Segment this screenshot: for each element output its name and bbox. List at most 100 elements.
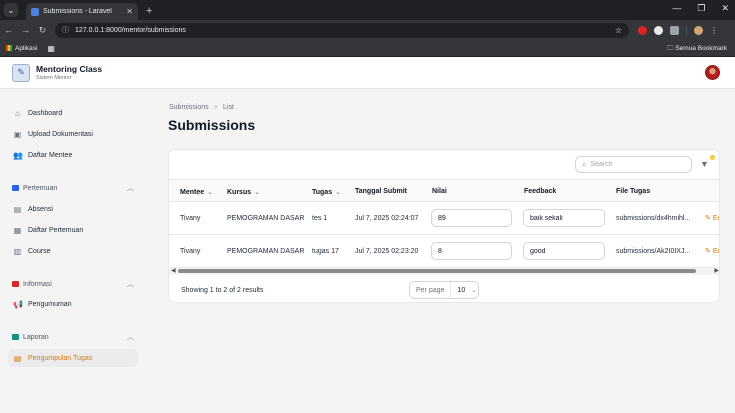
scrollbar-thumb[interactable] xyxy=(178,269,696,273)
table-row: Tivany PEMOGRAMAN DASAR tugas 17 Jul 7, … xyxy=(169,235,719,268)
minimize-icon[interactable]: — xyxy=(672,3,681,14)
cell-tanggal-submit: Jul 7, 2025 02:24:07 xyxy=(355,215,419,222)
reload-icon[interactable]: ↻ xyxy=(34,25,51,36)
edit-label: Ed xyxy=(712,248,719,255)
page-title: Submissions xyxy=(168,117,256,133)
bookmarks-bar: Aplikasi ▦ 🗀 Semua Bookmark xyxy=(0,40,735,57)
chevron-up-icon[interactable]: ︿ xyxy=(127,332,134,342)
sidebar-item-absensi[interactable]: ▤ Absensi xyxy=(8,200,138,218)
column-label: Tugas xyxy=(312,189,333,196)
edit-icon: ✎ xyxy=(705,248,711,255)
column-header-tugas[interactable]: Tugas ⌄ xyxy=(312,188,341,196)
cell-file-tugas[interactable]: submissions/dx4hmihl... xyxy=(616,215,690,222)
cell-tanggal-submit: Jul 7, 2025 02:23:20 xyxy=(355,248,419,255)
url-field[interactable]: ⓘ 127.0.0.1:8000/mentor/submissions ☆ xyxy=(55,22,629,38)
close-window-icon[interactable]: ✕ xyxy=(721,3,729,14)
cell-kursus: PEMOGRAMAN DASAR xyxy=(227,215,305,222)
search-input[interactable] xyxy=(590,161,681,168)
window-controls: — ❐ ✕ xyxy=(672,3,729,14)
new-tab-icon[interactable]: + xyxy=(146,5,152,17)
scroll-right-icon[interactable]: ▶ xyxy=(714,267,719,274)
extension-circle-icon[interactable] xyxy=(654,25,663,35)
photo-icon: ▣ xyxy=(13,129,22,139)
sidebar-item-label: Course xyxy=(28,247,51,255)
sidebar-item-daftar-mentee[interactable]: 👥 Daftar Mentee xyxy=(8,146,138,164)
cell-mentee: Tivany xyxy=(180,248,201,255)
browser-menu-icon[interactable]: ⋮ xyxy=(710,26,718,35)
sidebar: ⌂ Dashboard ▣ Upload Dokumentasi 👥 Dafta… xyxy=(0,89,146,413)
cell-mentee: Tivany xyxy=(180,215,201,222)
sidebar-group-laporan[interactable]: Laporan ︿ xyxy=(12,331,134,343)
sidebar-item-label: Pengumuman xyxy=(28,300,72,308)
sidebar-group-informasi[interactable]: Informasi ︿ xyxy=(12,278,134,290)
scroll-left-icon[interactable]: ◀ xyxy=(171,267,176,274)
brand: Mentoring Class Sistem Mentor xyxy=(36,64,102,81)
chevron-up-icon[interactable]: ︿ xyxy=(127,279,134,289)
sidebar-item-label: Daftar Pertemuan xyxy=(28,226,84,234)
calendar-outline-icon: ▦ xyxy=(13,225,22,235)
user-avatar[interactable] xyxy=(705,65,720,80)
sidebar-item-daftar-pertemuan[interactable]: ▦ Daftar Pertemuan xyxy=(8,221,138,239)
app-logo-icon: ✎ xyxy=(12,63,30,82)
cell-file-tugas[interactable]: submissions/Ak2I0IXJ... xyxy=(616,248,690,255)
brand-name: Mentoring Class xyxy=(36,64,103,74)
filter-count-badge: 0 xyxy=(710,155,715,160)
sidebar-item-dashboard[interactable]: ⌂ Dashboard xyxy=(8,104,138,122)
site-info-icon[interactable]: ⓘ xyxy=(62,25,69,35)
breadcrumb-separator-icon: › xyxy=(214,104,218,111)
calendar-icon xyxy=(12,185,19,191)
grid-icon[interactable]: ▦ xyxy=(47,44,55,53)
feedback-input[interactable] xyxy=(523,209,605,227)
forward-icon[interactable]: → xyxy=(17,25,34,35)
browser-tab[interactable]: Submissions - Laravel ✕ xyxy=(26,3,138,20)
bookmark-apps-link[interactable]: Aplikasi xyxy=(15,45,37,52)
extension-red-icon[interactable] xyxy=(638,25,647,35)
table-row: Tivany PEMOGRAMAN DASAR tes 1 Jul 7, 202… xyxy=(169,202,719,235)
sidebar-group-pertemuan[interactable]: Pertemuan ︿ xyxy=(12,182,134,194)
nilai-input[interactable] xyxy=(431,209,512,227)
sidebar-item-upload-dokumentasi[interactable]: ▣ Upload Dokumentasi xyxy=(8,125,138,143)
edit-action[interactable]: ✎ Ed xyxy=(705,214,719,222)
sidebar-item-pengumpulan-tugas[interactable]: ▤ Pengumpulan Tugas xyxy=(8,349,138,367)
tab-close-icon[interactable]: ✕ xyxy=(126,7,133,16)
profile-avatar-icon[interactable] xyxy=(694,25,703,35)
tab-favicon-icon xyxy=(31,7,39,16)
brand-subtitle: Sistem Mentor xyxy=(36,75,72,81)
back-icon[interactable]: ← xyxy=(0,25,17,35)
breadcrumb: Submissions › List xyxy=(169,104,234,111)
cell-kursus: PEMOGRAMAN DASAR xyxy=(227,248,305,255)
sidebar-group-label: Informasi xyxy=(23,280,52,288)
tab-search-button[interactable]: ⌄ xyxy=(4,3,18,17)
column-header-mentee[interactable]: Mentee ⌄ xyxy=(180,188,213,196)
nilai-input[interactable] xyxy=(431,242,512,260)
edit-action[interactable]: ✎ Ed xyxy=(705,247,719,255)
breadcrumb-parent-link[interactable]: Submissions xyxy=(169,104,209,111)
all-bookmarks-link[interactable]: 🗀 Semua Bookmark xyxy=(667,44,727,55)
edit-icon: ✎ xyxy=(705,215,711,222)
column-header-kursus[interactable]: Kursus ⌄ xyxy=(227,188,260,196)
chevron-up-icon[interactable]: ︿ xyxy=(127,183,134,193)
sidebar-item-pengumuman[interactable]: 📢 Pengumuman xyxy=(8,295,138,313)
sidebar-group-label: Laporan xyxy=(23,333,49,341)
app-header: ✎ Mentoring Class Sistem Mentor xyxy=(0,57,735,89)
report-icon xyxy=(12,334,19,340)
url-text: 127.0.0.1:8000/mentor/submissions xyxy=(75,26,186,34)
horizontal-scrollbar[interactable]: ◀ ▶ xyxy=(169,267,719,275)
bookmark-star-icon[interactable]: ☆ xyxy=(615,26,622,35)
feedback-input[interactable] xyxy=(523,242,605,260)
extensions-puzzle-icon[interactable] xyxy=(670,25,679,35)
search-icon: ⌕ xyxy=(582,159,587,169)
sidebar-item-course[interactable]: ▥ Course xyxy=(8,242,138,260)
search-box: ⌕ xyxy=(575,156,692,173)
sidebar-item-label: Upload Dokumentasi xyxy=(28,130,93,138)
filter-icon[interactable]: ▼ xyxy=(700,159,709,169)
browser-tab-strip: ⌄ Submissions - Laravel ✕ + — ❐ ✕ xyxy=(0,0,735,20)
maximize-icon[interactable]: ❐ xyxy=(697,3,705,14)
per-page-select[interactable]: Per page 10 ⌄ xyxy=(409,281,479,299)
chevron-down-icon: ⌄ xyxy=(471,287,477,294)
sort-chevron-icon: ⌄ xyxy=(207,189,213,196)
home-icon: ⌂ xyxy=(15,108,20,118)
users-icon: 👥 xyxy=(13,150,23,160)
sidebar-group-label: Pertemuan xyxy=(23,184,58,192)
megaphone-icon: 📢 xyxy=(13,299,23,309)
